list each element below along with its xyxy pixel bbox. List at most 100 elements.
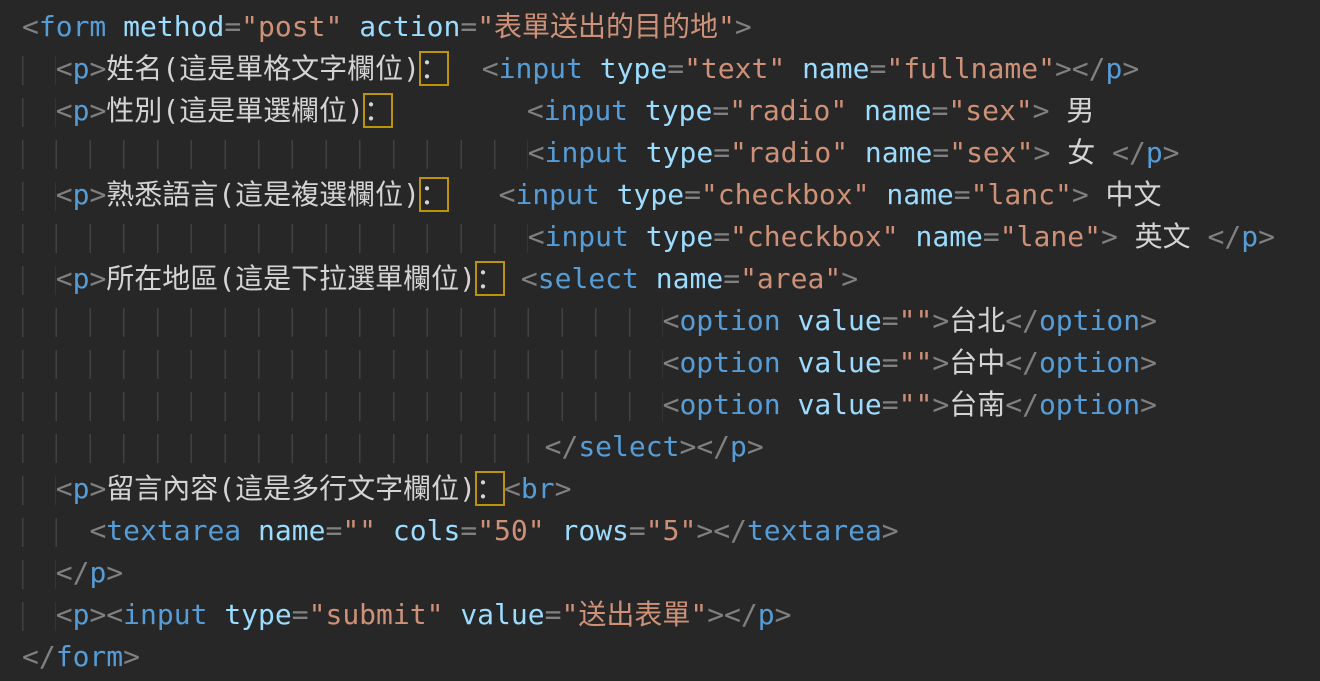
token-punctuation: =: [932, 94, 949, 127]
token-string: "": [899, 304, 933, 337]
token-string: "5": [646, 514, 697, 547]
token-tag-name: option: [1039, 346, 1140, 379]
token-punctuation: =: [723, 262, 740, 295]
token-tag-name: input: [545, 136, 629, 169]
token-tag-name: p: [1146, 136, 1163, 169]
token-text: 留言內容(這是多行文字欄位): [106, 472, 476, 505]
token-punctuation: ></: [696, 514, 747, 547]
code-line[interactable]: <p><input type="submit" value="送出表單"></p…: [22, 594, 1320, 636]
token-text: [207, 598, 224, 631]
token-text: 所在地區(這是下拉選單欄位): [106, 262, 476, 295]
token-punctuation: >: [1140, 388, 1157, 421]
code-line[interactable]: <p>姓名(這是單格文字欄位)： <input type="text" name…: [22, 48, 1320, 90]
token-punctuation: <: [56, 94, 73, 127]
code-line[interactable]: <textarea name="" cols="50" rows="5"></t…: [22, 510, 1320, 552]
token-text: [870, 178, 887, 211]
token-string: "lanc": [971, 178, 1072, 211]
token-attribute-name: name: [886, 178, 953, 211]
token-string: "radio": [730, 136, 848, 169]
token-string: "表單送出的目的地": [477, 10, 735, 43]
token-attribute-name: cols: [393, 514, 460, 547]
token-tag-name: p: [758, 598, 775, 631]
token-punctuation: =: [954, 178, 971, 211]
token-punctuation: >: [932, 346, 949, 379]
token-punctuation: =: [629, 514, 646, 547]
token-string: "checkbox": [730, 220, 899, 253]
token-string: "text": [684, 52, 785, 85]
token-string: "送出表單": [561, 598, 707, 631]
token-tag-name: p: [730, 430, 747, 463]
code-line[interactable]: <input type="radio" name="sex"> 女 </p>: [22, 132, 1320, 174]
code-editor[interactable]: <form method="post" action="表單送出的目的地"> <…: [0, 0, 1320, 681]
token-punctuation: =: [932, 136, 949, 169]
token-punctuation: >: [1140, 346, 1157, 379]
token-tag-name: p: [73, 178, 90, 211]
code-line[interactable]: <p>性別(這是單選欄位)： <input type="radio" name=…: [22, 90, 1320, 132]
token-attribute-name: name: [802, 52, 869, 85]
indent-whitespace: [22, 598, 56, 631]
token-text: [545, 514, 562, 547]
code-line[interactable]: <option value="">台北</option>: [22, 300, 1320, 342]
token-punctuation: </: [1005, 346, 1039, 379]
unicode-highlight-colon: ：: [420, 178, 448, 211]
indent-whitespace: [22, 430, 545, 463]
token-text: 男: [1050, 94, 1095, 127]
token-attribute-name: rows: [561, 514, 628, 547]
token-punctuation: <: [89, 514, 106, 547]
token-tag-name: input: [544, 94, 628, 127]
code-line[interactable]: <p>留言內容(這是多行文字欄位)：<br>: [22, 468, 1320, 510]
token-text: [785, 52, 802, 85]
token-punctuation: >: [555, 472, 572, 505]
code-line[interactable]: </p>: [22, 552, 1320, 594]
code-line[interactable]: <p>所在地區(這是下拉選單欄位)： <select name="area">: [22, 258, 1320, 300]
token-attribute-name: type: [646, 136, 713, 169]
code-line[interactable]: <form method="post" action="表單送出的目的地">: [22, 6, 1320, 48]
token-string: "sex": [948, 94, 1032, 127]
token-punctuation: ></: [707, 598, 758, 631]
token-punctuation: >: [882, 514, 899, 547]
code-line[interactable]: </form>: [22, 636, 1320, 678]
token-text: [639, 262, 656, 295]
token-punctuation: >: [1140, 304, 1157, 337]
token-tag-name: input: [515, 178, 599, 211]
token-attribute-name: name: [915, 220, 982, 253]
token-text: 台中: [949, 346, 1005, 379]
token-tag-name: select: [578, 430, 679, 463]
token-text: [342, 10, 359, 43]
token-punctuation: <: [56, 598, 73, 631]
token-punctuation: <: [528, 220, 545, 253]
token-tag-name: option: [679, 388, 780, 421]
token-punctuation: >: [775, 598, 792, 631]
code-line[interactable]: </select></p>: [22, 426, 1320, 468]
unicode-highlight-colon: ：: [476, 262, 504, 295]
token-attribute-name: name: [865, 136, 932, 169]
token-attribute-name: value: [460, 598, 544, 631]
token-punctuation: =: [460, 514, 477, 547]
token-string: "area": [740, 262, 841, 295]
token-punctuation: >: [1122, 52, 1139, 85]
token-attribute-name: method: [123, 10, 224, 43]
indent-whitespace: [22, 262, 56, 295]
token-string: "lane": [1000, 220, 1101, 253]
token-punctuation: >: [1033, 94, 1050, 127]
token-text: [781, 388, 798, 421]
code-line[interactable]: <p>熟悉語言(這是複選欄位)： <input type="checkbox" …: [22, 174, 1320, 216]
token-punctuation: >: [1072, 178, 1089, 211]
code-line[interactable]: <input type="checkbox" name="lane"> 英文 <…: [22, 216, 1320, 258]
token-punctuation: </: [1208, 220, 1242, 253]
token-string: "checkbox": [701, 178, 870, 211]
token-punctuation: </: [1112, 136, 1146, 169]
indent-whitespace: [22, 220, 528, 253]
token-text: [106, 10, 123, 43]
token-punctuation: >: [89, 178, 106, 211]
code-line[interactable]: <option value="">台中</option>: [22, 342, 1320, 384]
token-punctuation: <: [56, 262, 73, 295]
token-punctuation: =: [870, 52, 887, 85]
token-text: 熟悉語言(這是複選欄位): [106, 178, 420, 211]
code-line[interactable]: <option value="">台南</option>: [22, 384, 1320, 426]
token-punctuation: >: [1034, 136, 1051, 169]
token-punctuation: <: [527, 94, 544, 127]
token-attribute-name: value: [797, 304, 881, 337]
token-punctuation: <: [56, 178, 73, 211]
token-punctuation: ></: [679, 430, 730, 463]
